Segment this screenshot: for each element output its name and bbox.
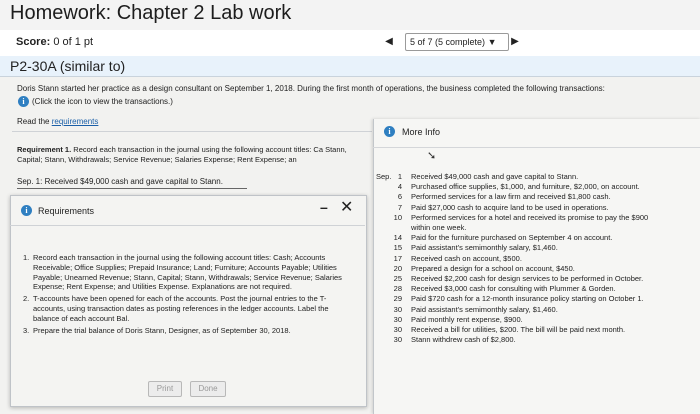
more-info-title: More Info xyxy=(402,127,441,137)
requirement-number: 3. xyxy=(23,325,30,335)
done-button[interactable]: Done xyxy=(190,381,226,397)
transaction-row: 28 Received $3,000 cash for consulting wi… xyxy=(376,284,700,294)
transaction-day: 17 xyxy=(393,253,402,263)
mouse-pointer-icon: ➘ xyxy=(427,150,437,162)
transaction-text: Paid for the furniture purchased on Sept… xyxy=(411,233,613,243)
question-selector-value: 5 of 7 (5 complete) xyxy=(410,37,486,47)
requirements-list: 1. Record each transaction in the journal… xyxy=(23,253,353,335)
transaction-list: Sep. 1 Received $49,000 cash and gave capi… xyxy=(376,172,700,345)
print-button[interactable]: Print xyxy=(148,381,182,397)
requirements-dialog-title: Requirements xyxy=(38,206,95,216)
requirement-item: 2. T-accounts have been opened for each o… xyxy=(23,294,353,323)
transaction-text: Paid $27,000 cash to acquire land to be … xyxy=(411,202,609,212)
requirements-link[interactable]: requirements xyxy=(52,117,99,126)
transaction-row: 7 Paid $27,000 cash to acquire land to be… xyxy=(376,203,700,213)
score-value: 0 of 1 pt xyxy=(53,36,94,48)
transaction-row: Sep. 1 Received $49,000 cash and gave capi… xyxy=(376,172,700,182)
transaction-text: Received $2,200 cash for design services… xyxy=(411,274,644,284)
transaction-row: 30 Paid monthly rent expense, $900. xyxy=(376,315,700,325)
divider xyxy=(12,131,372,132)
read-requirements: Read the requirements xyxy=(17,117,98,126)
transaction-day: 30 xyxy=(393,325,402,335)
requirement-text: Prepare the trial balance of Doris Stann… xyxy=(33,325,291,335)
chevron-down-icon: ▼ xyxy=(487,37,497,47)
transaction-text: Paid assistant's semimonthly salary, $1,… xyxy=(411,243,558,253)
requirement-item: 1. Record each transaction in the journal… xyxy=(23,253,353,292)
requirement-1-text: Requirement 1. Record each transaction i… xyxy=(17,145,367,165)
transaction-day: 29 xyxy=(393,294,402,304)
transaction-text: Prepared a design for a school on accoun… xyxy=(411,263,575,273)
transaction-text: within one week. xyxy=(411,223,467,233)
transaction-text: Received cash on account, $500. xyxy=(411,253,522,263)
transaction-day: 25 xyxy=(393,274,402,284)
transaction-text: Purchased office supplies, $1,000, and f… xyxy=(411,182,640,192)
transaction-day: 28 xyxy=(393,284,402,294)
transaction-row: 15 Paid assistant's semimonthly salary, $… xyxy=(376,243,700,253)
transaction-day: 10 xyxy=(393,212,402,222)
transaction-month: Sep. xyxy=(376,172,392,181)
transaction-text: Received a bill for utilities, $200. The… xyxy=(411,325,626,335)
transaction-underline xyxy=(17,188,247,189)
transaction-day xyxy=(389,223,411,233)
transaction-text: Paid assistant's semimonthly salary, $1,… xyxy=(411,304,558,314)
transaction-day: 30 xyxy=(393,335,402,345)
transaction-row: 30 Stann withdrew cash of $2,800. xyxy=(376,335,700,345)
previous-question-button[interactable]: ◀ xyxy=(381,34,397,50)
transaction-day: 30 xyxy=(393,304,402,314)
score-bar xyxy=(0,30,700,57)
transaction-row: 20 Prepared a design for a school on acco… xyxy=(376,264,700,274)
transaction-text: Paid $720 cash for a 12-month insurance … xyxy=(411,294,644,304)
transaction-row: within one week. xyxy=(376,223,700,233)
info-circle-icon[interactable]: i xyxy=(18,96,29,107)
transaction-row: 17 Received cash on account, $500. xyxy=(376,254,700,264)
transaction-row: 10 Performed services for a hotel and rec… xyxy=(376,213,700,223)
score-display: Score: 0 of 1 pt xyxy=(16,36,93,48)
transaction-day: 4 xyxy=(397,182,402,192)
transaction-row: 4 Purchased office supplies, $1,000, and … xyxy=(376,182,700,192)
transaction-day: 14 xyxy=(393,233,402,243)
transaction-row: 30 Received a bill for utilities, $200. T… xyxy=(376,325,700,335)
info-circle-icon: i xyxy=(21,205,32,216)
transaction-text: Paid monthly rent expense, $900. xyxy=(411,314,523,324)
requirement-item: 3. Prepare the trial balance of Doris Sta… xyxy=(23,326,353,336)
transaction-day: 7 xyxy=(397,202,402,212)
transaction-day: 30 xyxy=(393,314,402,324)
transaction-text: Performed services for a law firm and re… xyxy=(411,192,611,202)
transaction-text: Performed services for a hotel and recei… xyxy=(411,212,649,222)
requirement-1-transaction: Sep. 1: Received $49,000 cash and gave c… xyxy=(17,177,223,186)
question-intro: Doris Stann started her practice as a de… xyxy=(17,84,605,93)
transaction-text: Received $49,000 cash and gave capital t… xyxy=(411,172,579,181)
question-selector[interactable]: 5 of 7 (5 complete) ▼ xyxy=(405,33,509,51)
requirement-number: 2. xyxy=(23,294,30,304)
transaction-row: 25 Received $2,200 cash for design servic… xyxy=(376,274,700,284)
close-icon[interactable]: ✕ xyxy=(340,197,353,217)
transaction-row: 29 Paid $720 cash for a 12-month insuranc… xyxy=(376,294,700,304)
transaction-text: Received $3,000 cash for consulting with… xyxy=(411,284,616,294)
requirement-text: Record each transaction in the journal u… xyxy=(33,253,342,292)
transaction-day: 15 xyxy=(393,243,402,253)
transaction-row: 6 Performed services for a law firm and r… xyxy=(376,192,700,202)
question-title: P2-30A (similar to) xyxy=(10,58,126,74)
click-icon-hint: (Click the icon to view the transactions… xyxy=(32,97,173,106)
next-question-button[interactable]: ▶ xyxy=(507,34,523,50)
page-title: Homework: Chapter 2 Lab work xyxy=(10,2,292,24)
transaction-day: 6 xyxy=(397,192,402,202)
transaction-row: 30 Paid assistant's semimonthly salary, $… xyxy=(376,305,700,315)
read-prefix: Read the xyxy=(17,117,52,126)
transaction-day: 20 xyxy=(393,263,402,273)
requirement-text: T-accounts have been opened for each of … xyxy=(33,294,329,323)
transaction-text: Stann withdrew cash of $2,800. xyxy=(411,335,516,345)
info-circle-icon: i xyxy=(384,126,395,137)
transaction-row: 14 Paid for the furniture purchased on Se… xyxy=(376,233,700,243)
transaction-day: 1 xyxy=(397,172,402,181)
requirement-1-label: Requirement 1. xyxy=(17,145,72,154)
score-label: Score: xyxy=(16,36,51,48)
minimize-icon[interactable]: – xyxy=(320,199,328,215)
requirement-number: 1. xyxy=(23,253,30,262)
